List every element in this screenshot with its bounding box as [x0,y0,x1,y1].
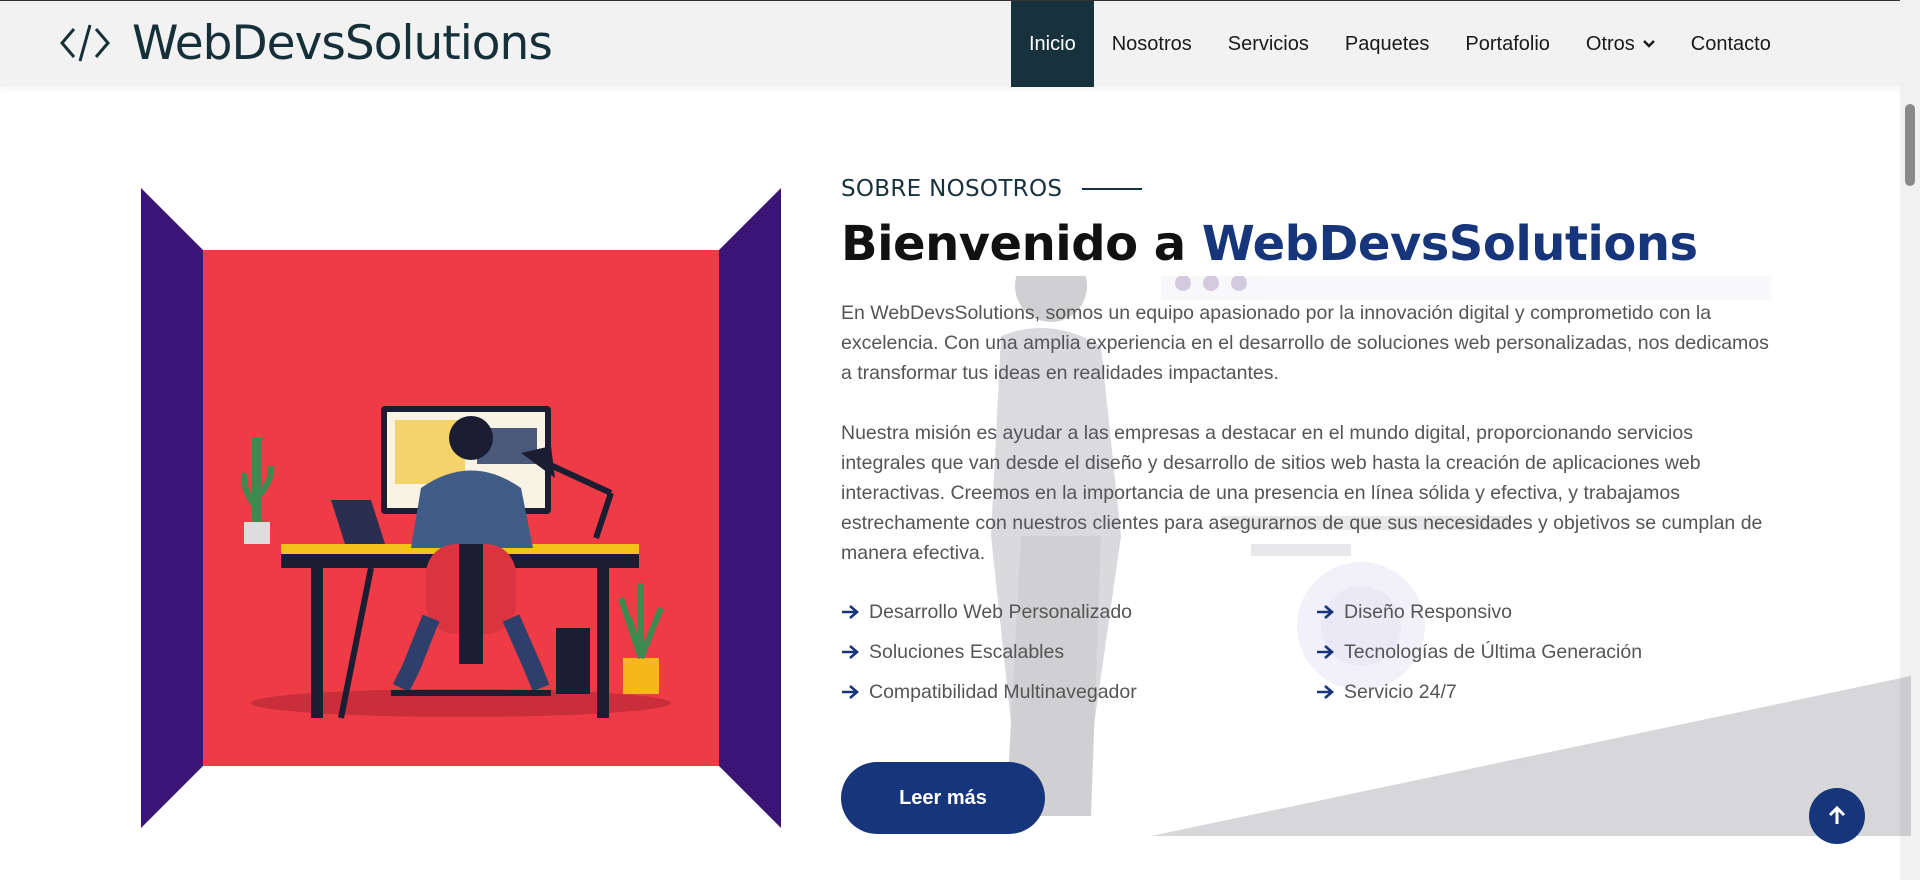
feature-list: Desarrollo Web Personalizado Diseño Resp… [841,598,1791,706]
scrollbar-thumb[interactable] [1905,104,1915,186]
brand-logo[interactable]: WebDevsSolutions [60,13,553,73]
arrow-right-icon [1317,605,1334,619]
nav-label: Contacto [1690,32,1771,55]
feature-label: Desarrollo Web Personalizado [869,600,1133,623]
arrow-up-icon [1828,805,1846,824]
feature-label: Servicio 24/7 [1344,680,1457,703]
feature-label: Compatibilidad Multinavegador [869,680,1137,703]
section-heading: Bienvenido a WebDevsSolutions [841,216,1791,272]
feature-item: Tecnologías de Última Generación [1316,638,1791,666]
heading-brand: WebDevsSolutions [1201,216,1698,272]
top-navbar: WebDevsSolutions Inicio Nosotros Servici… [0,0,1900,87]
arrow-right-icon [842,645,859,659]
nav-item-paquetes[interactable]: Paquetes [1327,1,1448,87]
developer-at-desk-illustration [141,188,781,828]
arrow-right-icon [1317,685,1334,699]
nav-label: Inicio [1029,32,1076,55]
nav-item-otros-dropdown[interactable]: Otros [1568,1,1673,87]
nav-label: Nosotros [1111,32,1192,55]
chevron-down-icon [1642,40,1655,48]
mission-paragraph: Nuestra misión es ayudar a las empresas … [841,422,1763,564]
nav-item-contacto[interactable]: Contacto [1673,1,1789,87]
about-paragraph: En WebDevsSolutions, somos un equipo apa… [841,302,1769,384]
nav-label: Paquetes [1344,32,1430,55]
nav-label: Otros [1585,32,1635,55]
feature-item: Servicio 24/7 [1316,678,1791,706]
nav-label: Servicios [1227,32,1309,55]
main-nav: Inicio Nosotros Servicios Paquetes Porta… [1011,1,1789,87]
eyebrow-text: SOBRE NOSOTROS [841,176,1063,202]
nav-item-nosotros[interactable]: Nosotros [1094,1,1210,87]
feature-item: Soluciones Escalables [841,638,1316,666]
nav-item-inicio[interactable]: Inicio [1011,1,1094,87]
nav-label: Portafolio [1465,32,1550,55]
arrow-right-icon [842,685,859,699]
feature-label: Tecnologías de Última Generación [1344,640,1643,663]
feature-label: Diseño Responsivo [1344,600,1513,623]
back-to-top-button[interactable] [1809,788,1865,844]
feature-item: Desarrollo Web Personalizado [841,598,1316,626]
code-brackets-icon [60,24,110,62]
feature-item: Compatibilidad Multinavegador [841,678,1316,706]
read-more-button[interactable]: Leer más [841,762,1045,834]
feature-item: Diseño Responsivo [1316,598,1791,626]
about-illustration [141,188,781,828]
brand-name: WebDevsSolutions [132,15,553,71]
heading-prefix: Bienvenido a [841,216,1202,272]
feature-label: Soluciones Escalables [869,640,1065,663]
nav-item-portafolio[interactable]: Portafolio [1447,1,1568,87]
nav-item-servicios[interactable]: Servicios [1210,1,1327,87]
eyebrow-divider [1082,188,1143,190]
arrow-right-icon [842,605,859,619]
section-eyebrow: SOBRE NOSOTROS [841,176,1791,202]
about-section: SOBRE NOSOTROS Bienvenido a WebDevsSolut… [841,176,1911,836]
arrow-right-icon [1317,645,1334,659]
